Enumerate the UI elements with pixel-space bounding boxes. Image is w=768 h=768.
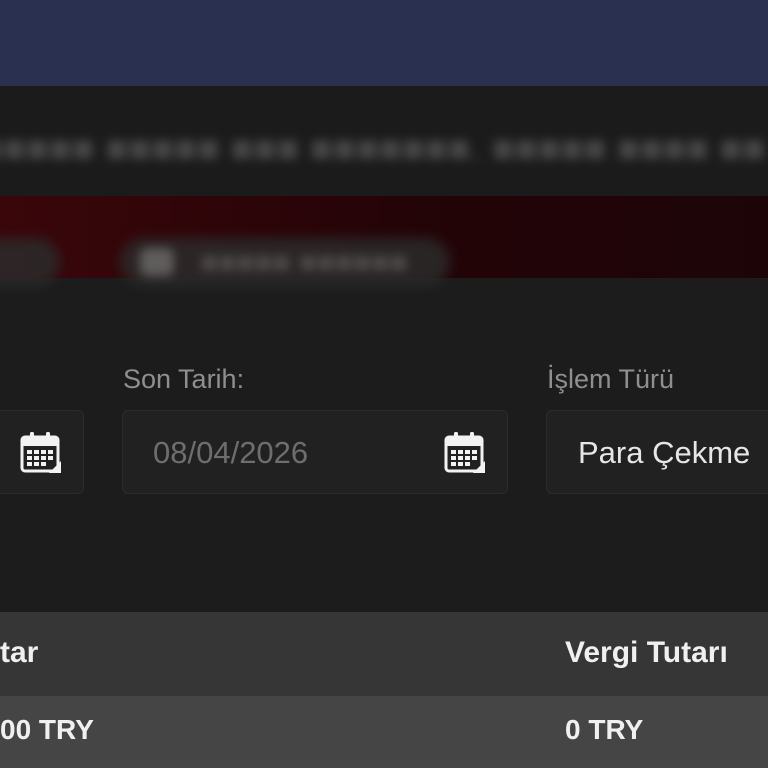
column-header-tax-amount[interactable]: Vergi Tutarı — [565, 636, 728, 670]
end-date-value[interactable]: 08/04/2026 — [153, 435, 308, 471]
transaction-type-value[interactable]: Para Çekme — [578, 435, 750, 471]
calendar-icon[interactable] — [19, 431, 63, 475]
transaction-type-label: İşlem Türü — [547, 364, 675, 394]
table-header: tar Vergi Tutarı — [0, 612, 768, 696]
blurred-pill-icon — [140, 248, 174, 276]
end-date-field[interactable]: 08/04/2026 — [122, 410, 508, 494]
table-row[interactable]: 00 TRY 0 TRY — [0, 696, 768, 768]
page: ■■■■■ ■■■■■ ■■■ ■■■■■■■. ■■■■■ ■■■■ ■■ ■… — [0, 0, 768, 768]
column-header-amount[interactable]: tar — [0, 636, 38, 670]
cell-amount: 00 TRY — [0, 714, 94, 745]
start-date-field[interactable] — [0, 410, 84, 494]
cell-tax-amount: 0 TRY — [565, 714, 644, 745]
top-navigation-bar — [0, 0, 768, 86]
blurred-notice-text: ■■■■■ ■■■■■ ■■■ ■■■■■■■. ■■■■■ ■■■■ ■■ — [0, 128, 766, 170]
blurred-pill-text: ■■■■■ ■■■■■■ — [200, 246, 408, 279]
end-date-label: Son Tarih: — [123, 364, 245, 394]
transaction-type-select[interactable]: Para Çekme — [546, 410, 768, 494]
blurred-pill-left — [0, 238, 60, 286]
calendar-icon[interactable] — [443, 431, 487, 475]
